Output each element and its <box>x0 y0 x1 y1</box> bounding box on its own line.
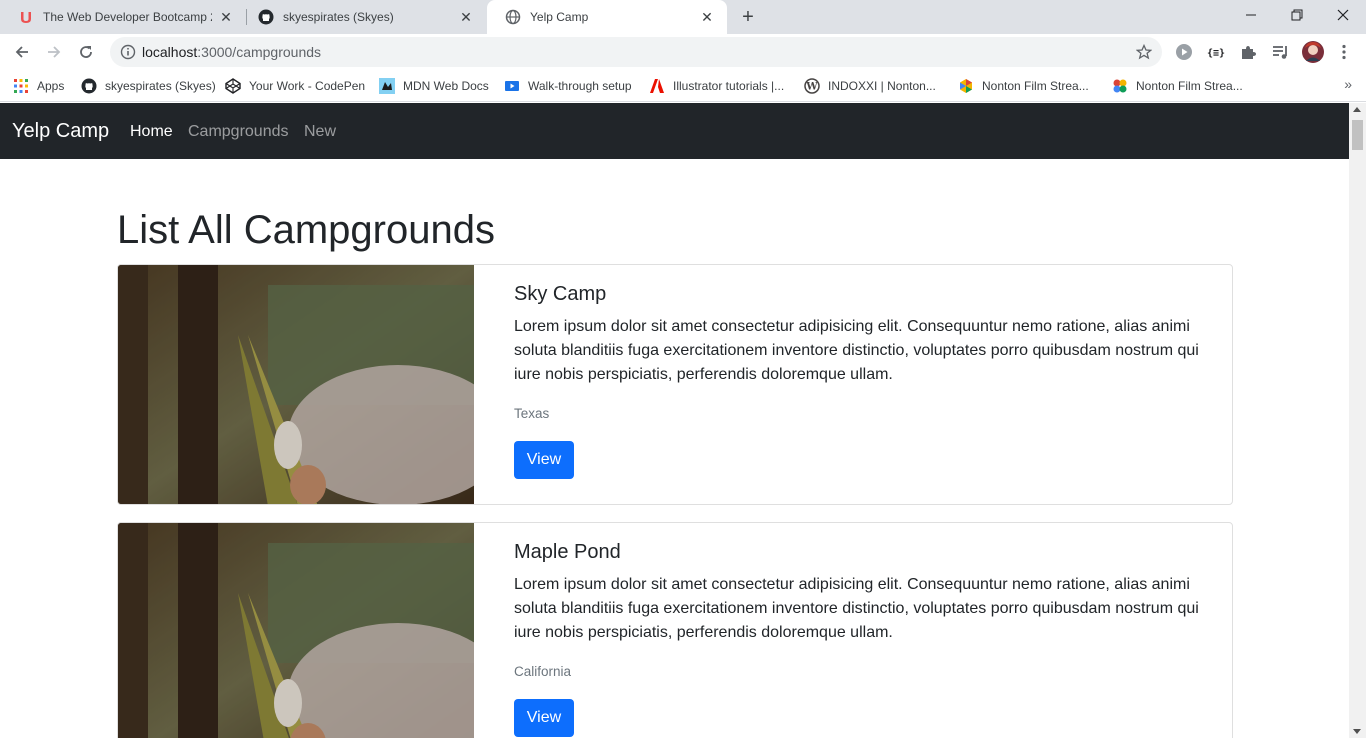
puzzle-extensions-icon[interactable] <box>1238 42 1258 62</box>
bookmark-mdn[interactable]: MDN Web Docs <box>379 76 489 96</box>
bookmark-walkthrough[interactable]: Walk-through setup <box>504 76 632 96</box>
close-icon[interactable]: ✕ <box>218 9 234 25</box>
minimize-button[interactable] <box>1228 0 1274 30</box>
campground-title: Maple Pond <box>514 541 621 563</box>
bookmark-label: Nonton Film Strea... <box>982 79 1089 93</box>
scrollbar-thumb[interactable] <box>1352 120 1363 150</box>
close-icon[interactable]: ✕ <box>699 9 715 25</box>
scroll-down-icon[interactable] <box>1353 729 1361 734</box>
view-button[interactable]: View <box>514 441 574 479</box>
play-icon <box>504 78 520 94</box>
tab-title: The Web Developer Bootcamp 20 <box>43 10 212 24</box>
restore-button[interactable] <box>1274 0 1320 30</box>
bookmark-apps[interactable]: Apps <box>13 76 64 96</box>
bookmark-star-icon[interactable] <box>1135 43 1153 60</box>
bookmark-label: skyespirates (Skyes) <box>105 79 216 93</box>
campground-photo <box>118 265 474 504</box>
bookmark-label: Walk-through setup <box>528 79 632 93</box>
bookmark-label: Your Work - CodePen <box>249 79 366 93</box>
campground-card: Sky Camp Lorem ipsum dolor sit amet cons… <box>117 264 1233 505</box>
chevron-right-icon[interactable]: » <box>1344 76 1352 92</box>
close-icon[interactable]: ✕ <box>458 9 474 25</box>
apps-grid-icon <box>13 78 29 94</box>
page-title: List All Campgrounds <box>117 208 495 252</box>
url-host: localhost <box>142 44 198 60</box>
bookmark-label: INDOXXI | Nonton... <box>828 79 936 93</box>
browser-toolbar: localhost:3000/campgrounds {≡} <box>0 34 1366 70</box>
kebab-menu-icon[interactable] <box>1334 42 1354 62</box>
github-icon <box>258 9 274 25</box>
film-icon <box>1112 78 1128 94</box>
campground-title: Sky Camp <box>514 283 607 305</box>
bookmark-illustrator[interactable]: Illustrator tutorials |... <box>649 76 784 96</box>
udemy-icon <box>18 9 34 25</box>
globe-icon <box>505 9 521 25</box>
view-button[interactable]: View <box>514 699 574 737</box>
campground-description: Lorem ipsum dolor sit amet consectetur a… <box>514 318 1199 383</box>
wordpress-icon: W <box>804 78 820 94</box>
svg-text:W: W <box>805 82 818 93</box>
tab-title: skyespirates (Skyes) <box>283 10 394 24</box>
campground-location: California <box>514 664 572 679</box>
campground-location: Texas <box>514 406 550 421</box>
tab-title: Yelp Camp <box>530 10 589 24</box>
info-icon[interactable] <box>120 44 136 60</box>
reload-button[interactable] <box>72 38 100 66</box>
bookmark-nonton-1[interactable]: Nonton Film Strea... <box>958 76 1089 96</box>
github-icon <box>81 78 97 94</box>
close-window-button[interactable] <box>1320 0 1366 30</box>
campground-photo <box>118 523 474 738</box>
codepen-icon <box>225 78 241 94</box>
bookmarks-bar: Apps skyespirates (Skyes) Your Work - Co… <box>0 70 1366 102</box>
json-extension-icon[interactable]: {≡} <box>1206 42 1226 62</box>
bookmark-label: Illustrator tutorials |... <box>673 79 785 93</box>
bookmark-github[interactable]: skyespirates (Skyes) <box>81 76 216 96</box>
address-bar[interactable]: localhost:3000/campgrounds <box>110 37 1162 67</box>
nav-new[interactable]: New <box>304 123 336 141</box>
mdn-icon <box>379 78 395 94</box>
svg-text:{≡}: {≡} <box>1207 48 1225 59</box>
forward-button[interactable] <box>40 38 68 66</box>
back-button[interactable] <box>8 38 36 66</box>
brand-link[interactable]: Yelp Camp <box>12 120 109 143</box>
scroll-up-icon[interactable] <box>1353 107 1361 112</box>
film-icon <box>958 78 974 94</box>
campground-card: Maple Pond Lorem ipsum dolor sit amet co… <box>117 522 1233 738</box>
bookmark-codepen[interactable]: Your Work - CodePen <box>225 76 365 96</box>
nav-campgrounds[interactable]: Campgrounds <box>188 123 289 141</box>
tab-yelp-camp[interactable]: Yelp Camp ✕ <box>487 0 727 34</box>
media-extension-icon[interactable] <box>1174 42 1194 62</box>
new-tab-button[interactable]: + <box>736 5 760 29</box>
bookmark-label: Nonton Film Strea... <box>1136 79 1243 93</box>
url-text: localhost:3000/campgrounds <box>142 44 321 60</box>
bookmark-label: MDN Web Docs <box>403 79 489 93</box>
nav-home[interactable]: Home <box>130 123 173 141</box>
media-queue-icon[interactable] <box>1270 42 1290 62</box>
app-navbar: Yelp Camp Home Campgrounds New <box>0 103 1349 159</box>
profile-avatar[interactable] <box>1301 40 1325 64</box>
adobe-icon <box>649 78 665 94</box>
tab-udemy[interactable]: The Web Developer Bootcamp 20 ✕ <box>0 0 246 34</box>
vertical-scrollbar[interactable] <box>1349 103 1366 738</box>
tab-github[interactable]: skyespirates (Skyes) ✕ <box>240 0 486 34</box>
bookmark-indoxxi[interactable]: W INDOXXI | Nonton... <box>804 76 936 96</box>
bookmark-label: Apps <box>37 79 65 93</box>
page-viewport: Yelp Camp Home Campgrounds New List All … <box>0 103 1349 738</box>
campground-description: Lorem ipsum dolor sit amet consectetur a… <box>514 576 1199 641</box>
bookmark-nonton-2[interactable]: Nonton Film Strea... <box>1112 76 1243 96</box>
tab-strip: The Web Developer Bootcamp 20 ✕ skyespir… <box>0 0 1366 34</box>
url-path: :3000/campgrounds <box>197 44 322 60</box>
